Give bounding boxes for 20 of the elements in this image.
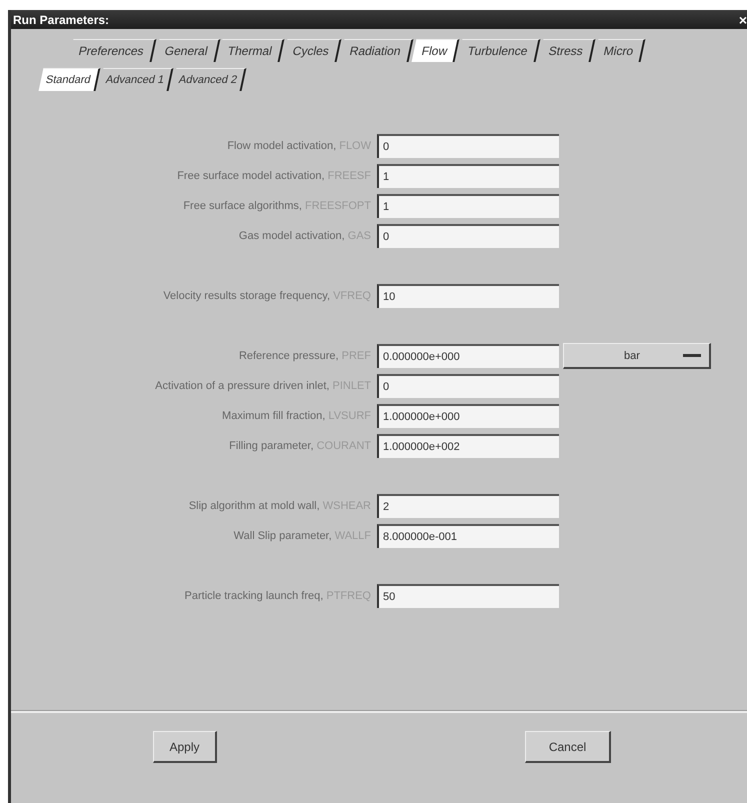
input-field[interactable]: 50	[377, 584, 559, 608]
input-field[interactable]: 8.000000e-001	[377, 524, 559, 548]
input-field[interactable]: 1	[377, 164, 559, 188]
tab[interactable]: Flow	[412, 39, 460, 62]
input-field[interactable]: 1.000000e+000	[377, 404, 559, 428]
dialog-button[interactable]: Apply	[153, 731, 217, 763]
input-field[interactable]: 10	[377, 284, 559, 308]
close-button[interactable]: ×	[734, 12, 747, 26]
input-field[interactable]: 0	[377, 374, 559, 398]
input-field[interactable]: 0.000000e+000	[377, 344, 559, 368]
input-field[interactable]: 2	[377, 494, 559, 518]
input-field[interactable]: 1	[377, 194, 559, 218]
unit-dropdown[interactable]: bar	[563, 343, 711, 369]
input-field[interactable]: 0	[377, 134, 559, 158]
input-field[interactable]: 1.000000e+002	[377, 434, 559, 458]
subtab[interactable]: Standard	[38, 68, 100, 91]
input-field[interactable]: 0	[377, 224, 559, 248]
dialog-button[interactable]: Cancel	[525, 731, 611, 763]
dropdown-indicator-icon	[683, 352, 701, 358]
window-title: Run Parameters:	[13, 12, 110, 26]
